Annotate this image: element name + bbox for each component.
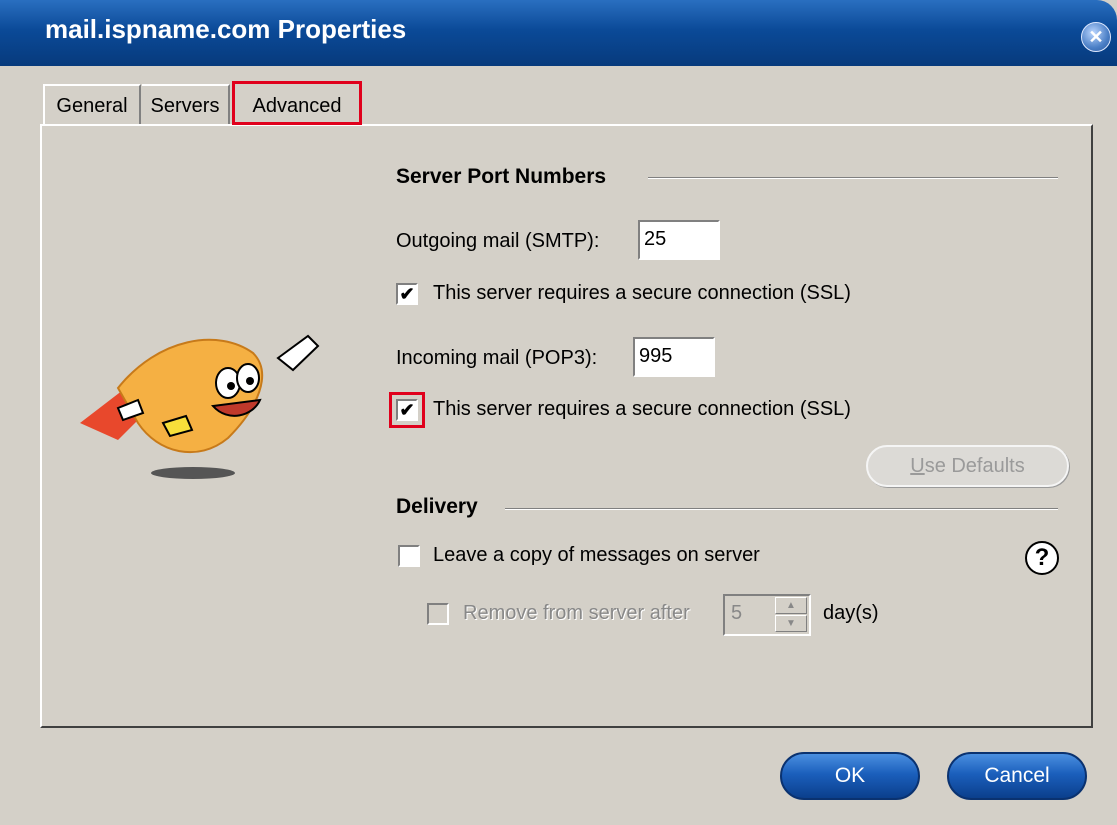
mascot-illustration bbox=[80, 334, 320, 479]
spin-down-icon[interactable]: ▼ bbox=[775, 615, 807, 632]
spin-up-icon[interactable]: ▲ bbox=[775, 597, 807, 614]
section-divider bbox=[505, 508, 1058, 510]
tab-advanced[interactable]: Advanced bbox=[232, 81, 362, 125]
outgoing-mail-label: Outgoing mail (SMTP): bbox=[396, 230, 600, 252]
leave-copy-label: Leave a copy of messages on server bbox=[433, 544, 760, 566]
outgoing-ssl-label: This server requires a secure connection… bbox=[433, 282, 851, 304]
remove-after-checkbox[interactable] bbox=[427, 603, 449, 625]
section-divider bbox=[648, 177, 1058, 179]
help-icon[interactable]: ? bbox=[1025, 541, 1059, 575]
remove-after-label: Remove from server after bbox=[463, 602, 690, 624]
use-defaults-accesskey: U bbox=[910, 455, 925, 477]
leave-copy-checkbox[interactable] bbox=[398, 545, 420, 567]
tab-servers[interactable]: Servers bbox=[142, 84, 230, 124]
days-label: day(s) bbox=[823, 602, 879, 624]
tab-general[interactable]: General bbox=[43, 84, 141, 124]
outgoing-ssl-checkbox[interactable]: ✔ bbox=[396, 283, 418, 305]
incoming-ssl-checkbox[interactable]: ✔ bbox=[396, 399, 418, 421]
close-icon[interactable]: ✕ bbox=[1081, 22, 1111, 52]
remove-days-value: 5 bbox=[731, 602, 743, 624]
cancel-button[interactable]: Cancel bbox=[947, 752, 1087, 800]
properties-dialog: mail.ispname.com Properties ✕ General Se… bbox=[0, 0, 1117, 825]
incoming-mail-label: Incoming mail (POP3): bbox=[396, 347, 598, 369]
remove-days-stepper[interactable]: 5 ▲ ▼ bbox=[723, 594, 811, 636]
server-ports-heading: Server Port Numbers bbox=[396, 165, 607, 188]
outgoing-port-field[interactable]: 25 bbox=[638, 220, 720, 260]
use-defaults-label: se Defaults bbox=[924, 455, 1025, 477]
window-title: mail.ispname.com Properties bbox=[45, 14, 407, 44]
delivery-heading: Delivery bbox=[396, 495, 478, 518]
use-defaults-button[interactable]: Use Defaults bbox=[866, 445, 1069, 487]
incoming-port-field[interactable]: 995 bbox=[633, 337, 715, 377]
title-bar[interactable]: mail.ispname.com Properties ✕ bbox=[0, 0, 1117, 66]
ok-button[interactable]: OK bbox=[780, 752, 920, 800]
incoming-ssl-label: This server requires a secure connection… bbox=[433, 398, 851, 420]
